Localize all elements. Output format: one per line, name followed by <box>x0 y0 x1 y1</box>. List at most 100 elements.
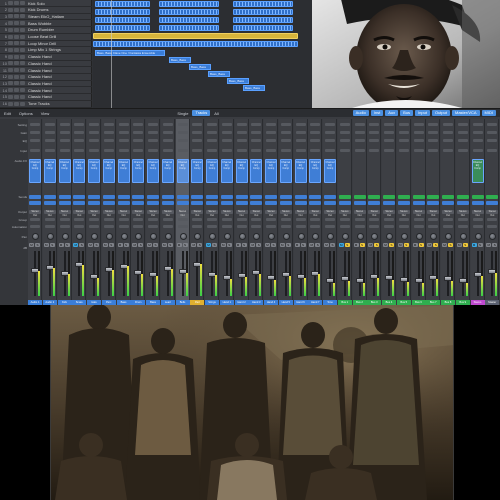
gain-slot[interactable] <box>398 131 409 134</box>
solo-button[interactable] <box>14 1 19 5</box>
mute-button[interactable] <box>8 94 13 99</box>
plugin-slot[interactable]: Channel EQ Comp <box>471 159 484 183</box>
solo-button[interactable] <box>14 7 19 12</box>
solo-button[interactable]: S <box>418 243 424 247</box>
group-slot[interactable] <box>59 218 70 221</box>
solo-button[interactable] <box>14 68 19 72</box>
solo-button[interactable]: S <box>271 243 276 247</box>
region-drums-12[interactable] <box>233 25 293 31</box>
gain-slot[interactable] <box>457 131 468 134</box>
channel-strip[interactable]: Channel EQ Comp Stereo Out M S Audio 2 <box>42 119 57 305</box>
plugin-slot[interactable]: Channel EQ Comp <box>206 159 218 183</box>
output-slot[interactable]: Stereo Out <box>368 210 381 217</box>
pan-knob[interactable] <box>91 233 98 240</box>
mute-button[interactable]: M <box>486 243 492 247</box>
automation-slot[interactable] <box>133 225 144 228</box>
setting-slot[interactable] <box>443 123 453 126</box>
solo-button[interactable]: S <box>182 243 188 247</box>
solo-button[interactable]: S <box>94 243 99 247</box>
channel-strip[interactable]: Channel EQ Comp Stereo Out M S Bells <box>175 119 190 305</box>
channel-strip[interactable]: Channel EQ Comp Stereo Out M S Hand 3 <box>249 119 264 305</box>
send-slot-2[interactable] <box>176 201 189 205</box>
gain-slot[interactable] <box>221 131 232 134</box>
output-slot[interactable]: Stereo Out <box>471 210 484 217</box>
pan-knob[interactable] <box>356 233 364 240</box>
channel-strip[interactable]: Channel EQ Comp Stereo Out M S Drum <box>131 119 146 305</box>
channel-strip[interactable]: Channel EQ Comp Stereo Out M S Perc <box>101 119 116 305</box>
automation-slot[interactable] <box>89 225 99 228</box>
plugin-slot[interactable]: Channel EQ Comp <box>88 159 100 183</box>
plugin-slot[interactable]: Channel EQ Comp <box>58 159 71 183</box>
output-slot[interactable]: Stereo Out <box>383 210 395 217</box>
pan-knob[interactable] <box>327 233 334 240</box>
eq-thumbnail[interactable] <box>487 139 498 142</box>
group-slot[interactable] <box>310 218 321 221</box>
input-slot[interactable] <box>354 149 365 152</box>
solo-button[interactable] <box>14 14 19 19</box>
plugin-slot[interactable]: Channel EQ Comp <box>265 159 277 183</box>
output-slot[interactable]: Stereo Out <box>88 210 100 217</box>
record-button[interactable] <box>20 41 25 46</box>
send-slot-2[interactable] <box>147 201 159 205</box>
send-slot-2[interactable] <box>265 201 277 205</box>
mute-button[interactable]: M <box>73 243 79 247</box>
plugin-slot[interactable]: Channel EQ Comp <box>309 159 322 183</box>
eq-thumbnail[interactable] <box>384 139 394 142</box>
region-bass-4[interactable]: Bass_Bass <box>227 78 249 84</box>
input-slot[interactable] <box>443 149 453 152</box>
tab-all[interactable]: All <box>210 111 222 116</box>
gain-slot[interactable] <box>133 131 144 134</box>
eq-thumbnail[interactable] <box>148 139 158 142</box>
solo-button[interactable]: S <box>462 243 468 247</box>
mute-button[interactable]: M <box>368 243 374 247</box>
record-button[interactable] <box>20 47 25 52</box>
mute-button[interactable] <box>8 54 13 59</box>
pan-knob[interactable] <box>179 233 187 240</box>
mute-button[interactable] <box>8 74 13 79</box>
gain-slot[interactable] <box>413 131 424 134</box>
group-slot[interactable] <box>413 218 424 221</box>
solo-button[interactable] <box>14 81 19 86</box>
solo-button[interactable]: S <box>241 243 247 247</box>
eq-thumbnail[interactable] <box>413 139 424 142</box>
eq-thumbnail[interactable] <box>103 139 114 142</box>
group-slot[interactable] <box>118 218 129 221</box>
send-slot-2[interactable] <box>220 201 233 205</box>
input-slot[interactable] <box>44 149 55 152</box>
solo-button[interactable]: S <box>197 243 203 247</box>
automation-slot[interactable] <box>369 225 380 228</box>
group-slot[interactable] <box>192 218 203 221</box>
channel-strip[interactable]: Stereo Out M S Bus 8 <box>441 119 455 305</box>
send-slot-2[interactable] <box>456 201 469 205</box>
eq-thumbnail[interactable] <box>457 139 468 142</box>
channel-strip[interactable]: Channel EQ Comp Stereo Out M S Hand 6 <box>293 119 308 305</box>
automation-slot[interactable] <box>44 225 55 228</box>
mute-button[interactable]: M <box>235 243 241 247</box>
setting-slot[interactable] <box>280 123 291 126</box>
solo-button[interactable] <box>14 34 19 39</box>
pan-knob[interactable] <box>459 233 467 240</box>
send-slot[interactable] <box>58 195 71 199</box>
plugin-slot[interactable]: Channel EQ Comp <box>147 159 159 183</box>
send-slot-2[interactable] <box>397 201 410 205</box>
send-slot-2[interactable] <box>58 201 71 205</box>
mute-button[interactable]: M <box>102 243 108 247</box>
output-slot[interactable]: Stereo Out <box>486 210 499 217</box>
eq-thumbnail[interactable] <box>30 139 40 142</box>
group-slot[interactable] <box>384 218 394 221</box>
input-slot[interactable] <box>192 149 203 152</box>
send-slot[interactable] <box>147 195 159 199</box>
gain-slot[interactable] <box>89 131 99 134</box>
output-slot[interactable]: Stereo Out <box>324 210 336 217</box>
mute-button[interactable] <box>8 47 13 52</box>
send-slot[interactable] <box>220 195 233 199</box>
send-slot[interactable] <box>338 195 351 199</box>
gain-slot[interactable] <box>44 131 55 134</box>
automation-slot[interactable] <box>118 225 129 228</box>
mute-button[interactable]: M <box>383 243 388 247</box>
send-slot[interactable] <box>250 195 263 199</box>
channel-strip[interactable]: Channel EQ Comp Stereo Out M S Hand 1 <box>219 119 234 305</box>
group-slot[interactable] <box>354 218 365 221</box>
automation-slot[interactable] <box>428 225 439 228</box>
send-slot[interactable] <box>176 195 189 199</box>
